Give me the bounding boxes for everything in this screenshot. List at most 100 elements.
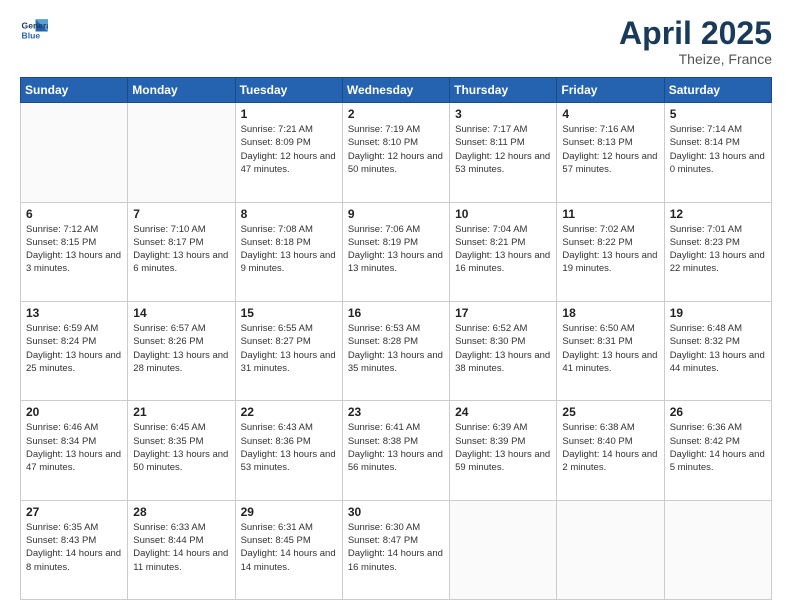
calendar-cell: 26Sunrise: 6:36 AM Sunset: 8:42 PM Dayli… (664, 401, 771, 500)
cell-info: Sunrise: 6:52 AM Sunset: 8:30 PM Dayligh… (455, 322, 551, 375)
cell-info: Sunrise: 7:06 AM Sunset: 8:19 PM Dayligh… (348, 223, 444, 276)
day-number: 2 (348, 107, 444, 121)
calendar-cell: 21 Sunrise: 6:45 AM Sunset: 8:35 PM Dayli… (128, 401, 235, 500)
day-header-friday: Friday (557, 78, 664, 103)
day-number: 8 (241, 207, 337, 221)
cell-info: Sunrise: 6:30 AM Sunset: 8:47 PM Dayligh… (348, 521, 444, 574)
calendar-cell: 23Sunrise: 6:41 AM Sunset: 8:38 PM Dayli… (342, 401, 449, 500)
cell-info: Sunrise: 6:57 AM Sunset: 8:26 PM Dayligh… (133, 322, 229, 375)
day-number: 24 (455, 405, 551, 419)
calendar-week-4: 27 Sunrise: 6:35 AM Sunset: 8:43 PM Dayli… (21, 500, 772, 599)
cell-info: Sunrise: 7:14 AM Sunset: 8:14 PM Dayligh… (670, 123, 766, 176)
cell-info: Sunrise: 7:10 AM Sunset: 8:17 PM Dayligh… (133, 223, 229, 276)
cell-info: Sunrise: 6:39 AM Sunset: 8:39 PM Dayligh… (455, 421, 551, 474)
calendar-cell: 19 Sunrise: 6:48 AM Sunset: 8:32 PM Dayli… (664, 301, 771, 400)
calendar-week-2: 13 Sunrise: 6:59 AM Sunset: 8:24 PM Dayli… (21, 301, 772, 400)
cell-info: Sunrise: 6:33 AM Sunset: 8:44 PM Dayligh… (133, 521, 229, 574)
cell-info: Sunrise: 6:55 AM Sunset: 8:27 PM Dayligh… (241, 322, 337, 375)
calendar-cell: 1 Sunrise: 7:21 AM Sunset: 8:09 PM Daylig… (235, 103, 342, 202)
calendar-cell: 20 Sunrise: 6:46 AM Sunset: 8:34 PM Dayli… (21, 401, 128, 500)
calendar-cell: 27 Sunrise: 6:35 AM Sunset: 8:43 PM Dayli… (21, 500, 128, 599)
calendar-cell (664, 500, 771, 599)
calendar-cell: 4Sunrise: 7:16 AM Sunset: 8:13 PM Daylig… (557, 103, 664, 202)
calendar-week-3: 20 Sunrise: 6:46 AM Sunset: 8:34 PM Dayli… (21, 401, 772, 500)
page: General Blue April 2025 Theize, France S… (0, 0, 792, 612)
calendar-week-1: 6 Sunrise: 7:12 AM Sunset: 8:15 PM Daylig… (21, 202, 772, 301)
calendar-cell (128, 103, 235, 202)
cell-info: Sunrise: 6:41 AM Sunset: 8:38 PM Dayligh… (348, 421, 444, 474)
day-number: 11 (562, 207, 658, 221)
day-number: 21 (133, 405, 229, 419)
day-header-wednesday: Wednesday (342, 78, 449, 103)
calendar-cell: 7 Sunrise: 7:10 AM Sunset: 8:17 PM Daylig… (128, 202, 235, 301)
cell-info: Sunrise: 6:35 AM Sunset: 8:43 PM Dayligh… (26, 521, 122, 574)
day-number: 18 (562, 306, 658, 320)
day-number: 1 (241, 107, 337, 121)
day-number: 16 (348, 306, 444, 320)
day-header-monday: Monday (128, 78, 235, 103)
cell-info: Sunrise: 7:01 AM Sunset: 8:23 PM Dayligh… (670, 223, 766, 276)
cell-info: Sunrise: 6:31 AM Sunset: 8:45 PM Dayligh… (241, 521, 337, 574)
cell-info: Sunrise: 6:48 AM Sunset: 8:32 PM Dayligh… (670, 322, 766, 375)
calendar-cell: 22 Sunrise: 6:43 AM Sunset: 8:36 PM Dayli… (235, 401, 342, 500)
cell-info: Sunrise: 7:08 AM Sunset: 8:18 PM Dayligh… (241, 223, 337, 276)
calendar-cell: 15 Sunrise: 6:55 AM Sunset: 8:27 PM Dayli… (235, 301, 342, 400)
calendar-cell: 28 Sunrise: 6:33 AM Sunset: 8:44 PM Dayli… (128, 500, 235, 599)
day-number: 7 (133, 207, 229, 221)
cell-info: Sunrise: 7:02 AM Sunset: 8:22 PM Dayligh… (562, 223, 658, 276)
title-block: April 2025 Theize, France (619, 16, 772, 67)
cell-info: Sunrise: 6:50 AM Sunset: 8:31 PM Dayligh… (562, 322, 658, 375)
calendar-cell: 29Sunrise: 6:31 AM Sunset: 8:45 PM Dayli… (235, 500, 342, 599)
day-header-tuesday: Tuesday (235, 78, 342, 103)
day-number: 5 (670, 107, 766, 121)
calendar-cell (557, 500, 664, 599)
calendar-cell: 17 Sunrise: 6:52 AM Sunset: 8:30 PM Dayli… (450, 301, 557, 400)
cell-info: Sunrise: 7:19 AM Sunset: 8:10 PM Dayligh… (348, 123, 444, 176)
day-number: 14 (133, 306, 229, 320)
day-number: 6 (26, 207, 122, 221)
day-number: 27 (26, 505, 122, 519)
calendar-cell (21, 103, 128, 202)
day-header-sunday: Sunday (21, 78, 128, 103)
day-number: 13 (26, 306, 122, 320)
calendar-table: SundayMondayTuesdayWednesdayThursdayFrid… (20, 77, 772, 600)
day-number: 10 (455, 207, 551, 221)
header: General Blue April 2025 Theize, France (20, 16, 772, 67)
header-row: SundayMondayTuesdayWednesdayThursdayFrid… (21, 78, 772, 103)
cell-info: Sunrise: 6:59 AM Sunset: 8:24 PM Dayligh… (26, 322, 122, 375)
cell-info: Sunrise: 7:21 AM Sunset: 8:09 PM Dayligh… (241, 123, 337, 176)
day-number: 20 (26, 405, 122, 419)
day-number: 28 (133, 505, 229, 519)
cell-info: Sunrise: 6:45 AM Sunset: 8:35 PM Dayligh… (133, 421, 229, 474)
day-header-thursday: Thursday (450, 78, 557, 103)
logo: General Blue (20, 16, 48, 44)
calendar-cell: 9Sunrise: 7:06 AM Sunset: 8:19 PM Daylig… (342, 202, 449, 301)
day-number: 12 (670, 207, 766, 221)
calendar-cell: 30 Sunrise: 6:30 AM Sunset: 8:47 PM Dayli… (342, 500, 449, 599)
logo-icon: General Blue (20, 16, 48, 44)
title-location: Theize, France (619, 51, 772, 67)
cell-info: Sunrise: 7:12 AM Sunset: 8:15 PM Dayligh… (26, 223, 122, 276)
calendar-cell: 18 Sunrise: 6:50 AM Sunset: 8:31 PM Dayli… (557, 301, 664, 400)
calendar-cell: 5 Sunrise: 7:14 AM Sunset: 8:14 PM Daylig… (664, 103, 771, 202)
cell-info: Sunrise: 7:17 AM Sunset: 8:11 PM Dayligh… (455, 123, 551, 176)
cell-info: Sunrise: 6:46 AM Sunset: 8:34 PM Dayligh… (26, 421, 122, 474)
calendar-cell: 6 Sunrise: 7:12 AM Sunset: 8:15 PM Daylig… (21, 202, 128, 301)
day-number: 15 (241, 306, 337, 320)
calendar-cell: 8 Sunrise: 7:08 AM Sunset: 8:18 PM Daylig… (235, 202, 342, 301)
calendar-cell: 14 Sunrise: 6:57 AM Sunset: 8:26 PM Dayli… (128, 301, 235, 400)
day-number: 26 (670, 405, 766, 419)
calendar-cell: 25Sunrise: 6:38 AM Sunset: 8:40 PM Dayli… (557, 401, 664, 500)
day-number: 4 (562, 107, 658, 121)
day-number: 30 (348, 505, 444, 519)
calendar-cell: 2 Sunrise: 7:19 AM Sunset: 8:10 PM Daylig… (342, 103, 449, 202)
day-number: 19 (670, 306, 766, 320)
calendar-cell: 24 Sunrise: 6:39 AM Sunset: 8:39 PM Dayli… (450, 401, 557, 500)
day-number: 22 (241, 405, 337, 419)
calendar-cell: 3Sunrise: 7:17 AM Sunset: 8:11 PM Daylig… (450, 103, 557, 202)
day-number: 17 (455, 306, 551, 320)
day-header-saturday: Saturday (664, 78, 771, 103)
cell-info: Sunrise: 6:43 AM Sunset: 8:36 PM Dayligh… (241, 421, 337, 474)
calendar-cell: 16Sunrise: 6:53 AM Sunset: 8:28 PM Dayli… (342, 301, 449, 400)
cell-info: Sunrise: 6:38 AM Sunset: 8:40 PM Dayligh… (562, 421, 658, 474)
